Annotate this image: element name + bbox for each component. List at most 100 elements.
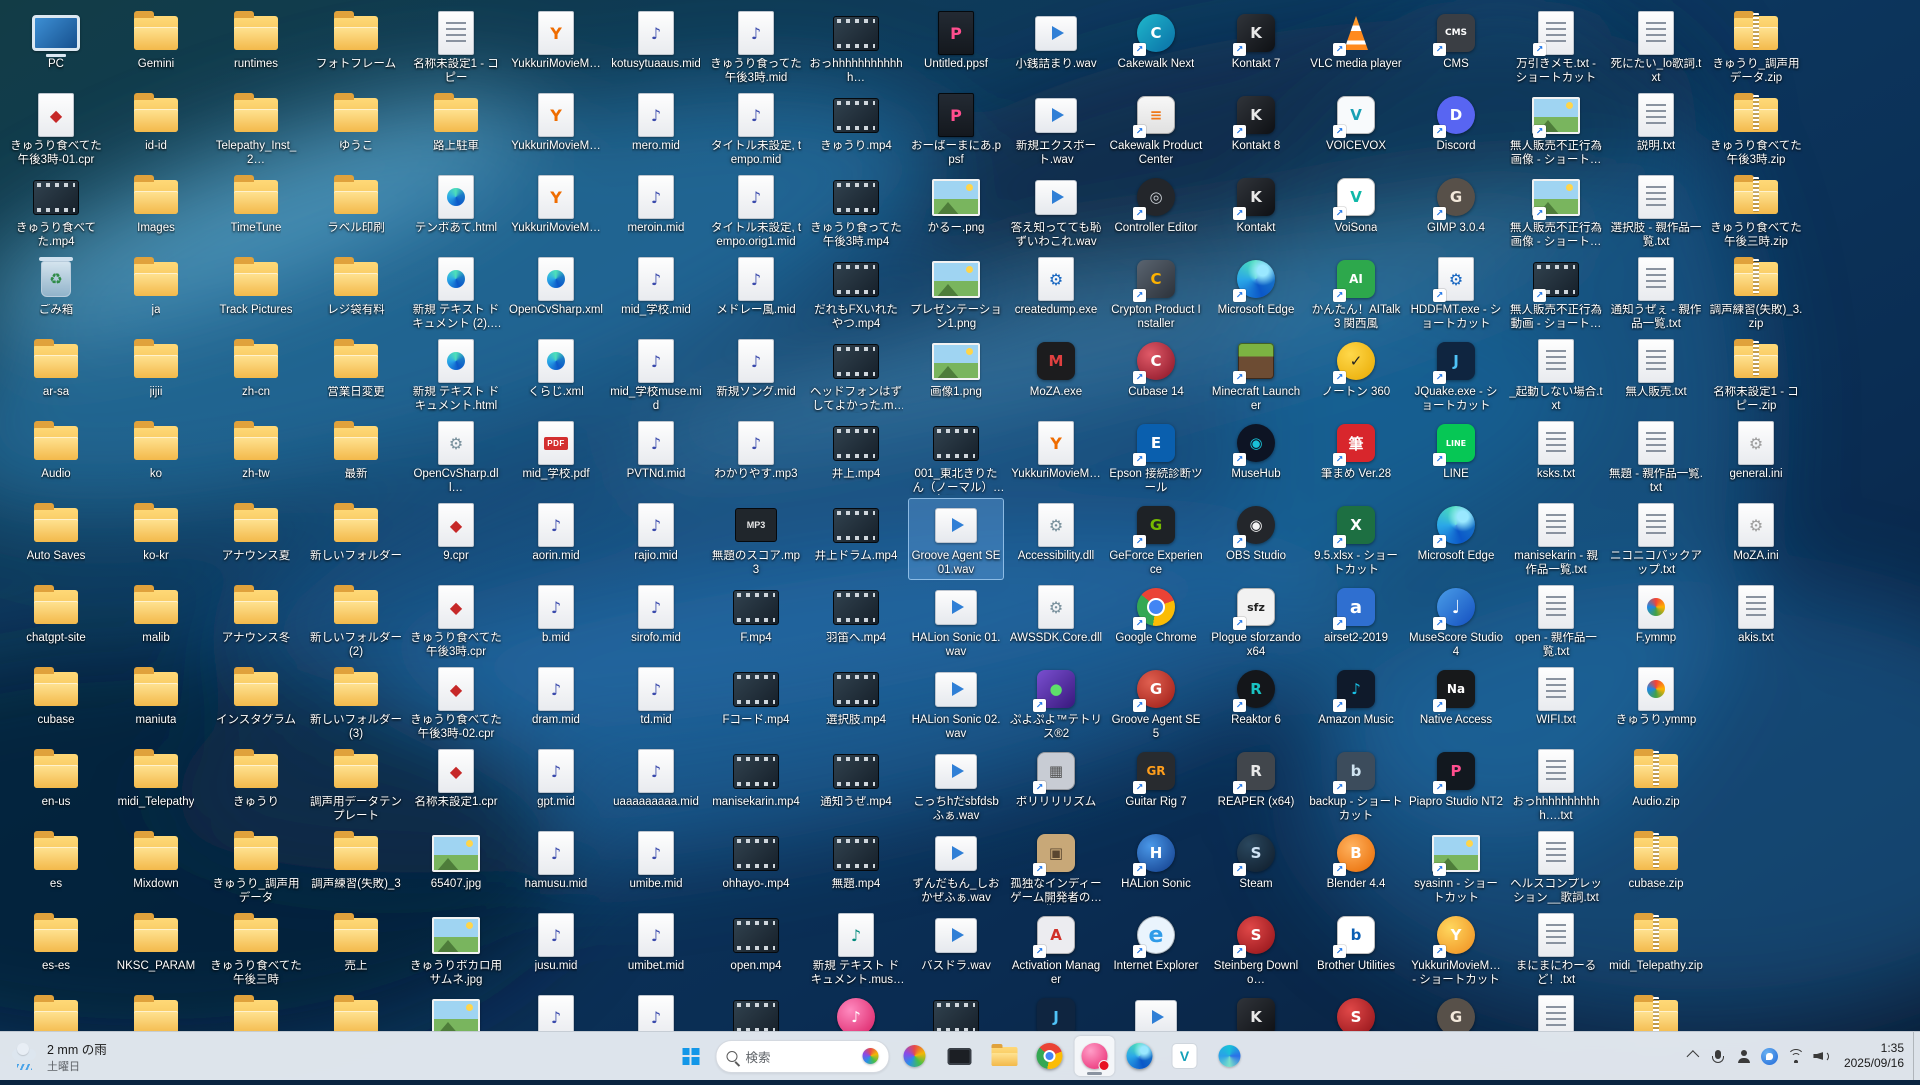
desktop-icon[interactable]: きゅうり.mp4 [808, 88, 904, 170]
desktop-icon[interactable]: PC [8, 6, 104, 88]
desktop-icon[interactable]: バスドラ.wav [908, 908, 1004, 990]
desktop-icon[interactable]: R↗REAPER (x64) [1208, 744, 1304, 826]
desktop-icon[interactable]: jijii [108, 334, 204, 416]
desktop-icon[interactable]: ♪きゅうり食ってた午後3時.mid [708, 6, 804, 88]
desktop-icon[interactable]: 選択肢.mp4 [808, 662, 904, 744]
desktop-icon[interactable]: きゅうり食べてた午後三時.zip [1708, 170, 1804, 252]
desktop-icon[interactable]: LINE↗LINE [1408, 416, 1504, 498]
desktop-icon[interactable]: manisekarin - 親作品一覧.txt [1508, 498, 1604, 580]
desktop-icon[interactable]: ko-kr [108, 498, 204, 580]
desktop-icon[interactable]: ↗Minecraft Launcher [1208, 334, 1304, 416]
desktop-icon[interactable]: ♪umibet.mid [608, 908, 704, 990]
desktop-icon[interactable]: ♩↗MuseScore Studio 4 [1408, 580, 1504, 662]
desktop-icon[interactable]: ●↗ぷよぷよ™テトリス®2 [1008, 662, 1104, 744]
desktop-icon[interactable]: 調声練習(失敗)_3.zip [1708, 252, 1804, 334]
desktop-icon[interactable]: ラベル印刷 [308, 170, 404, 252]
desktop-icon[interactable]: S↗Steinberg Downlo… [1208, 908, 1304, 990]
desktop-icon[interactable]: きゅうり.ymmp [1608, 662, 1704, 744]
desktop-icon[interactable]: ニコニコバックアップ.txt [1608, 498, 1704, 580]
desktop-icon[interactable]: midi_Telepathy.zip [1608, 908, 1704, 990]
desktop-icon[interactable]: G↗GIMP 3.0.4 [1408, 170, 1504, 252]
desktop-icon[interactable]: YYukkuriMovieM… [508, 170, 604, 252]
desktop-icon[interactable]: ♪ [608, 990, 704, 1032]
desktop-icon[interactable]: ♪kotusytuaaus.mid [608, 6, 704, 88]
desktop-icon[interactable]: ♪dram.mid [508, 662, 604, 744]
desktop-icon[interactable]: ♪rajio.mid [608, 498, 704, 580]
desktop-icon[interactable]: ♪タイトル未設定, tempo.orig1.mid [708, 170, 804, 252]
desktop-icon[interactable]: 無題 - 親作品一覧.txt [1608, 416, 1704, 498]
desktop-icon[interactable]: ♪mid_学校.mid [608, 252, 704, 334]
volume-icon[interactable] [1809, 1041, 1835, 1071]
desktop-icon[interactable]: ヘッドフォンはずしてよかった.mp4 [808, 334, 904, 416]
desktop-icon[interactable]: V↗VoiSona [1308, 170, 1404, 252]
desktop-icon[interactable] [1108, 990, 1204, 1032]
desktop-icon[interactable]: 通知うぜ.mp4 [808, 744, 904, 826]
teams-chat-icon[interactable] [1757, 1041, 1783, 1071]
desktop-icon[interactable]: 営業日変更 [308, 334, 404, 416]
desktop-icon[interactable] [1608, 990, 1704, 1032]
desktop-icon[interactable]: ♪uaaaaaaaaa.mid [608, 744, 704, 826]
desktop-icon[interactable]: C↗Cakewalk Next [1108, 6, 1204, 88]
desktop-icon[interactable]: V↗VOICEVOX [1308, 88, 1404, 170]
desktop-icon[interactable]: Images [108, 170, 204, 252]
desktop-icon[interactable]: ♪sirofo.mid [608, 580, 704, 662]
desktop-icon[interactable]: NKSC_PARAM [108, 908, 204, 990]
desktop-icon[interactable]: ♪b.mid [508, 580, 604, 662]
music-app-icon[interactable] [1075, 1036, 1115, 1076]
desktop-icon[interactable] [708, 990, 804, 1032]
desktop-icon[interactable] [208, 990, 304, 1032]
desktop-icon[interactable]: WIFI.txt [1508, 662, 1604, 744]
desktop-icon[interactable]: ヘルスコンプレッション__歌詞.txt [1508, 826, 1604, 908]
taskbar-clock[interactable]: 1:35 2025/09/16 [1836, 1041, 1912, 1071]
desktop-icon[interactable]: MP3無題のスコア.mp3 [708, 498, 804, 580]
desktop-icon[interactable]: こっちhだsbfdsbふぁ.wav [908, 744, 1004, 826]
desktop-icon[interactable]: きゅうり食ってた午後3時.mp4 [808, 170, 904, 252]
desktop-icon[interactable]: b↗backup - ショートカット [1308, 744, 1404, 826]
desktop-icon[interactable]: ohhayo-.mp4 [708, 826, 804, 908]
desktop-icon[interactable]: ◎↗Controller Editor [1108, 170, 1204, 252]
desktop-icon[interactable]: 無題.mp4 [808, 826, 904, 908]
desktop-icon[interactable]: Na↗Native Access [1408, 662, 1504, 744]
desktop-icon[interactable]: ◆きゅうり食べてた午後3時.cpr [408, 580, 504, 662]
desktop-icon[interactable]: K↗Kontakt 8 [1208, 88, 1304, 170]
desktop-icon[interactable]: Audio [8, 416, 104, 498]
desktop-icon[interactable]: ♪ [508, 990, 604, 1032]
desktop-icon[interactable]: ⚙AWSSDK.Core.dll [1008, 580, 1104, 662]
desktop-icon[interactable]: ⚙Accessibility.dll [1008, 498, 1104, 580]
desktop-icon[interactable]: ♪↗Amazon Music [1308, 662, 1404, 744]
desktop-icon[interactable]: 001_東北きりたん（ノーマル）_今じゃ… [908, 416, 1004, 498]
desktop-icon[interactable]: TimeTune [208, 170, 304, 252]
desktop-icon[interactable]: ◆きゅうり食べてた午後3時-01.cpr [8, 88, 104, 170]
desktop-icon[interactable]: ↗無人販売不正行為画像 - ショートカット [1508, 170, 1604, 252]
desktop-icon[interactable]: 調声用データテンプレート [308, 744, 404, 826]
start-button[interactable] [671, 1036, 711, 1076]
desktop-icon[interactable]: きゅうり_調声用データ [208, 826, 304, 908]
desktop-icon[interactable]: D↗Discord [1408, 88, 1504, 170]
desktop-icon[interactable]: G [1408, 990, 1504, 1032]
desktop-icon[interactable]: ↗Microsoft Edge [1408, 498, 1504, 580]
desktop-icon[interactable]: en-us [8, 744, 104, 826]
desktop-icon[interactable]: GR↗Guitar Rig 7 [1108, 744, 1204, 826]
desktop-icon[interactable]: Groove Agent SE 01.wav [908, 498, 1004, 580]
desktop-icon[interactable]: maniuta [108, 662, 204, 744]
desktop-icon[interactable]: 説明.txt [1608, 88, 1704, 170]
desktop-icon[interactable]: ♪PVTNd.mid [608, 416, 704, 498]
desktop-icon[interactable]: ♪hamusu.mid [508, 826, 604, 908]
desktop-icon[interactable]: ♪aorin.mid [508, 498, 604, 580]
desktop-icon[interactable]: id-id [108, 88, 204, 170]
desktop-icon[interactable]: Track Pictures [208, 252, 304, 334]
desktop-icon[interactable]: Mixdown [108, 826, 204, 908]
desktop-icon[interactable]: ♪ [808, 990, 904, 1032]
desktop-icon[interactable]: ↗万引きメモ.txt - ショートカット [1508, 6, 1604, 88]
desktop-icon[interactable]: 新規 テキスト ドキュメント.html [408, 334, 504, 416]
desktop-icon[interactable]: ♪meroin.mid [608, 170, 704, 252]
desktop-icon[interactable]: ⚙OpenCvSharp.dll… [408, 416, 504, 498]
desktop-icon[interactable]: MMoZA.exe [1008, 334, 1104, 416]
desktop-icon[interactable]: open - 親作品一覧.txt [1508, 580, 1604, 662]
desktop-icon[interactable]: ♪jusu.mid [508, 908, 604, 990]
desktop-icon[interactable]: ▦↗ポリリリリズム [1008, 744, 1104, 826]
widgets-icon[interactable] [895, 1036, 935, 1076]
desktop-icon[interactable]: 選択肢 - 親作品一覧.txt [1608, 170, 1704, 252]
desktop-icon[interactable]: e↗Internet Explorer [1108, 908, 1204, 990]
desktop-icon[interactable]: 無人販売.txt [1608, 334, 1704, 416]
